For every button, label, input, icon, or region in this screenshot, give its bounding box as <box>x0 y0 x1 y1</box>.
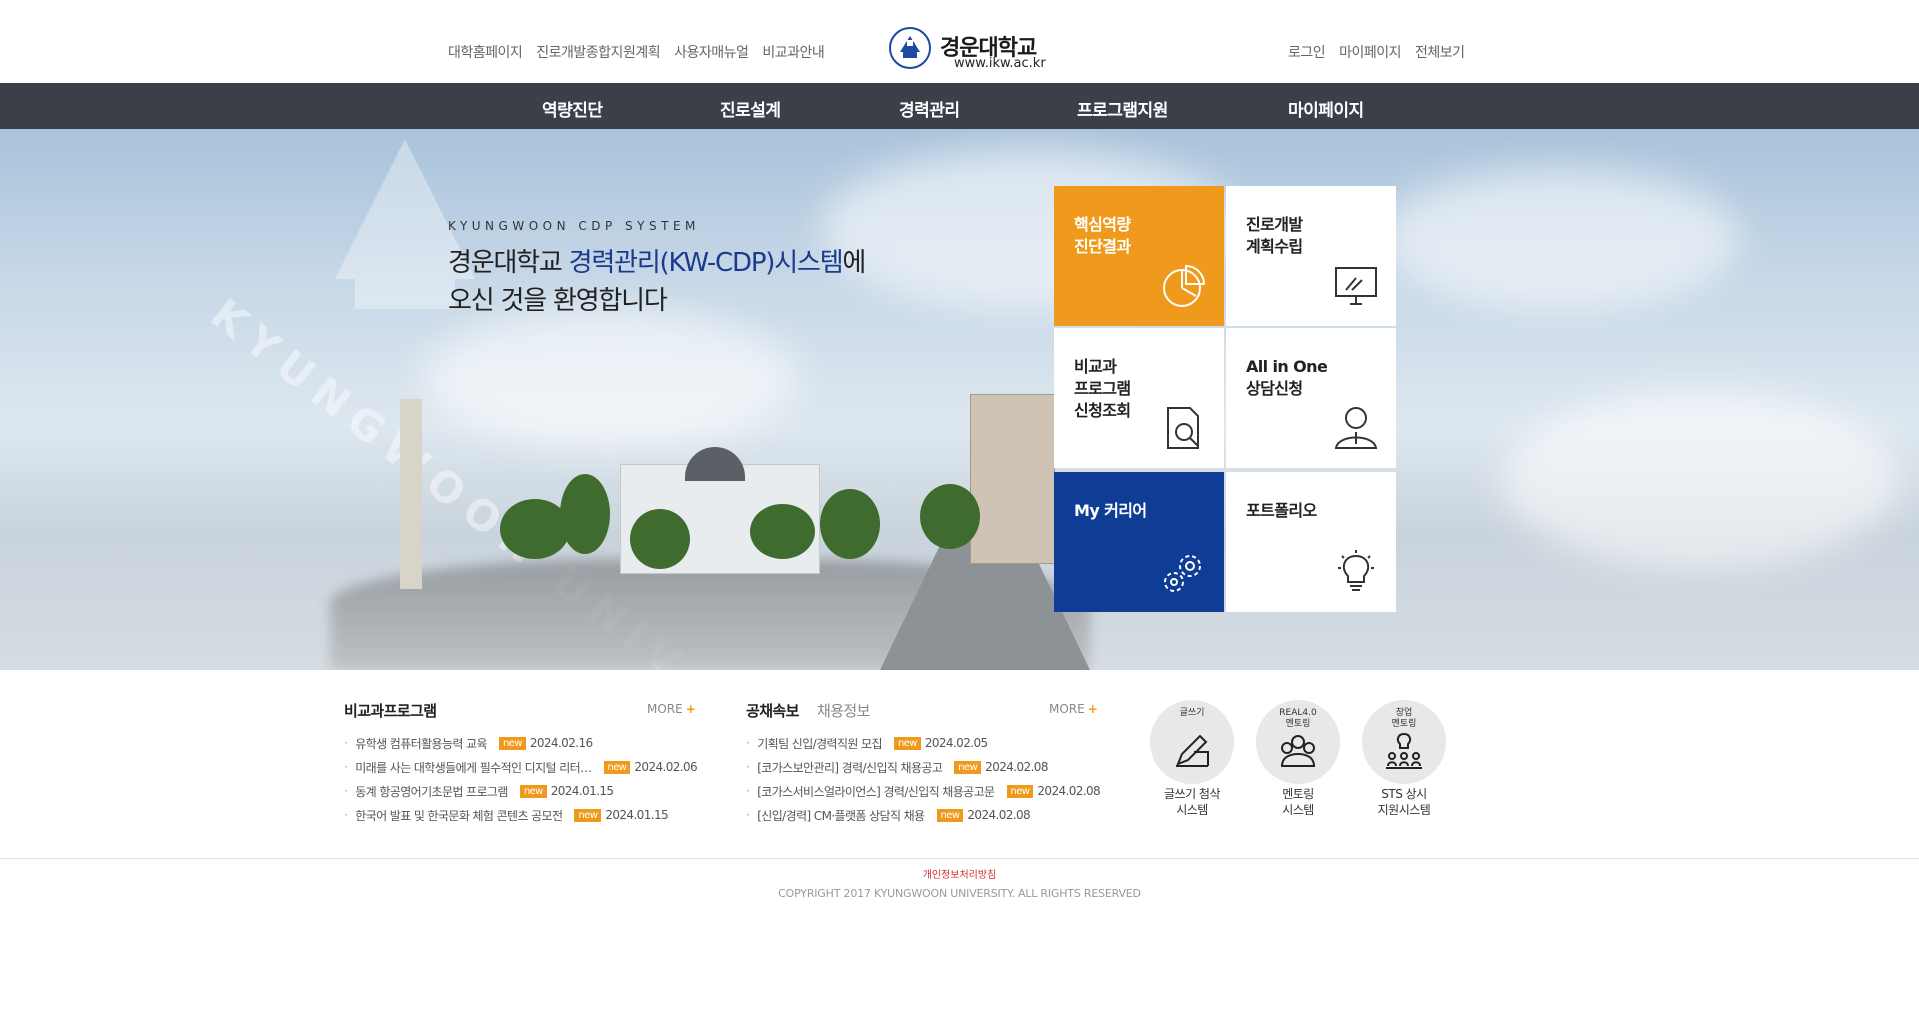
nav-item-program-support[interactable]: 프로그램지원 <box>1077 96 1168 121</box>
campus-monument-image <box>400 399 422 589</box>
cloud-decoration <box>420 309 800 449</box>
system-circle: REAL4.0 멘토링 <box>1256 700 1340 784</box>
list-item[interactable]: 한국어 발표 및 한국문화 체험 콘텐츠 공모전new2024.01.15 <box>344 803 697 827</box>
hero-title-post: 에 <box>842 248 866 278</box>
top-bar: 대학홈페이지 진로개발종합지원계획 사용자매뉴얼 비교과안내 경운대학교 www… <box>0 0 1919 83</box>
system-sts[interactable]: 창업 멘토링 STS 상시 지원시스템 <box>1349 700 1459 818</box>
tree-image <box>560 474 610 554</box>
new-badge: new <box>519 784 547 798</box>
util-links-right: 로그인 마이페이지 전체보기 <box>1288 42 1465 62</box>
quick-menu-tiles: 핵심역량 진단결과 진로개발 계획수립 비교과 프로그램 신청조회 All in… <box>1054 186 1398 612</box>
more-label: MORE <box>647 702 683 716</box>
list-item[interactable]: [코가스서비스얼라이언스] 경력/신입직 채용공고문new2024.02.08 <box>746 779 1100 803</box>
hero-title-line2: 오신 것을 환영합니다 <box>448 286 668 316</box>
gears-icon <box>1164 555 1201 592</box>
logo[interactable]: 경운대학교 www.ikw.ac.kr <box>888 26 1056 74</box>
util-links-left: 대학홈페이지 진로개발종합지원계획 사용자매뉴얼 비교과안내 <box>448 42 825 62</box>
list-item[interactable]: 미래를 사는 대학생들에게 필수적인 디지털 리터…new2024.02.06 <box>344 755 697 779</box>
document-search-icon <box>1167 407 1199 449</box>
list-item[interactable]: 기획팀 신입/경력직원 모집new2024.02.05 <box>746 731 1100 755</box>
system-label: 글쓰기 첨삭 시스템 <box>1163 787 1221 817</box>
plus-icon: + <box>685 702 696 716</box>
logo-url: www.ikw.ac.kr <box>954 56 1046 71</box>
hero-title-pre: 경운대학교 <box>448 248 569 278</box>
person-icon <box>1334 407 1378 449</box>
tile-my-career[interactable]: My 커리어 <box>1054 472 1224 612</box>
jobs-tab-active[interactable]: 공채속보 <box>746 700 799 721</box>
login-link[interactable]: 로그인 <box>1288 42 1326 62</box>
tile-label: My 커리어 <box>1074 501 1147 520</box>
nav-item-competency[interactable]: 역량진단 <box>542 96 603 121</box>
list-item[interactable]: [신입/경력] CM·플랫폼 상담직 채용new2024.02.08 <box>746 803 1100 827</box>
new-badge: new <box>936 808 964 822</box>
footer-divider <box>0 858 1919 859</box>
more-label: MORE <box>1049 702 1085 716</box>
list-item[interactable]: [코가스보안관리] 경력/신입직 채용공고new2024.02.08 <box>746 755 1100 779</box>
main-nav: 역량진단 진로설계 경력관리 프로그램지원 마이페이지 <box>0 83 1919 129</box>
nav-item-career-design[interactable]: 진로설계 <box>720 96 781 121</box>
list-item[interactable]: 유학생 컴퓨터활용능력 교육new2024.02.16 <box>344 731 697 755</box>
jobs-list: 기획팀 신입/경력직원 모집new2024.02.05 [코가스보안관리] 경력… <box>746 731 1100 827</box>
pen-icon <box>1176 734 1209 767</box>
tile-label: All in One 상담신청 <box>1246 357 1328 398</box>
system-label: 멘토링 시스템 <box>1282 787 1314 817</box>
system-circle: 글쓰기 <box>1150 700 1234 784</box>
tree-image <box>820 489 880 559</box>
new-badge: new <box>498 736 526 750</box>
jobs-tab-inactive[interactable]: 채용정보 <box>817 700 870 721</box>
programs-more-button[interactable]: MORE + <box>647 702 696 716</box>
util-link-university-home[interactable]: 대학홈페이지 <box>448 42 523 62</box>
tree-image <box>920 484 980 549</box>
tile-label: 포트폴리오 <box>1246 501 1317 520</box>
new-badge: new <box>1006 784 1034 798</box>
system-label: STS 상시 지원시스템 <box>1377 787 1431 817</box>
mentoring-icon <box>1280 735 1316 767</box>
copyright: COPYRIGHT 2017 KYUNGWOON UNIVERSITY. ALL… <box>778 887 1141 900</box>
cloud-decoration <box>1380 169 1740 309</box>
tile-program-inquiry[interactable]: 비교과 프로그램 신청조회 <box>1054 328 1224 468</box>
tree-image <box>750 504 815 559</box>
new-badge: new <box>954 760 982 774</box>
system-mentoring[interactable]: REAL4.0 멘토링 멘토링 시스템 <box>1243 700 1353 818</box>
system-circle: 창업 멘토링 <box>1362 700 1446 784</box>
plus-icon: + <box>1087 702 1098 716</box>
startup-icon <box>1386 732 1422 769</box>
jobs-more-button[interactable]: MORE + <box>1049 702 1098 716</box>
util-link-career-plan[interactable]: 진로개발종합지원계획 <box>536 42 660 62</box>
tile-counseling[interactable]: All in One 상담신청 <box>1226 328 1396 468</box>
new-badge: new <box>574 808 602 822</box>
sitemap-link[interactable]: 전체보기 <box>1415 42 1465 62</box>
util-link-user-manual[interactable]: 사용자매뉴얼 <box>674 42 749 62</box>
tile-competency-result[interactable]: 핵심역량 진단결과 <box>1054 186 1224 326</box>
pie-chart-icon <box>1163 264 1206 307</box>
tile-label: 진로개발 계획수립 <box>1246 215 1303 256</box>
privacy-policy-link[interactable]: 개인정보처리방침 <box>0 866 1919 881</box>
university-emblem-icon <box>889 27 931 69</box>
mypage-link[interactable]: 마이페이지 <box>1339 42 1401 62</box>
new-badge: new <box>893 736 921 750</box>
tile-portfolio[interactable]: 포트폴리오 <box>1226 472 1396 612</box>
tree-image <box>630 509 690 569</box>
util-link-extracurricular-guide[interactable]: 비교과안내 <box>762 42 824 62</box>
monitor-icon <box>1335 267 1377 305</box>
nav-item-career-management[interactable]: 경력관리 <box>899 96 960 121</box>
hero-title-highlight: 경력관리(KW-CDP)시스템 <box>568 248 844 278</box>
lightbulb-icon <box>1338 550 1374 591</box>
system-writing[interactable]: 글쓰기 글쓰기 첨삭 시스템 <box>1137 700 1247 818</box>
list-item[interactable]: 동계 항공영어기초문법 프로그램new2024.01.15 <box>344 779 697 803</box>
programs-section-title: 비교과프로그램 <box>344 702 437 720</box>
nav-item-mypage[interactable]: 마이페이지 <box>1288 96 1364 121</box>
hero-eyebrow: KYUNGWOON CDP SYSTEM <box>448 219 700 233</box>
hero-title: 경운대학교 경력관리(KW-CDP)시스템에 오신 것을 환영합니다 <box>448 244 866 320</box>
campus-dome-image <box>685 447 745 481</box>
cloud-decoration <box>1500 389 1900 569</box>
tile-label: 핵심역량 진단결과 <box>1074 215 1131 256</box>
tile-career-plan[interactable]: 진로개발 계획수립 <box>1226 186 1396 326</box>
campus-tower-building-image <box>970 394 1055 564</box>
tile-label: 비교과 프로그램 신청조회 <box>1074 357 1131 420</box>
programs-list: 유학생 컴퓨터활용능력 교육new2024.02.16 미래를 사는 대학생들에… <box>344 731 697 827</box>
hero-banner: KYUNGWOON UNIV KYUNGWOON CDP SYSTEM 경운대학… <box>0 129 1919 670</box>
new-badge: new <box>603 760 631 774</box>
